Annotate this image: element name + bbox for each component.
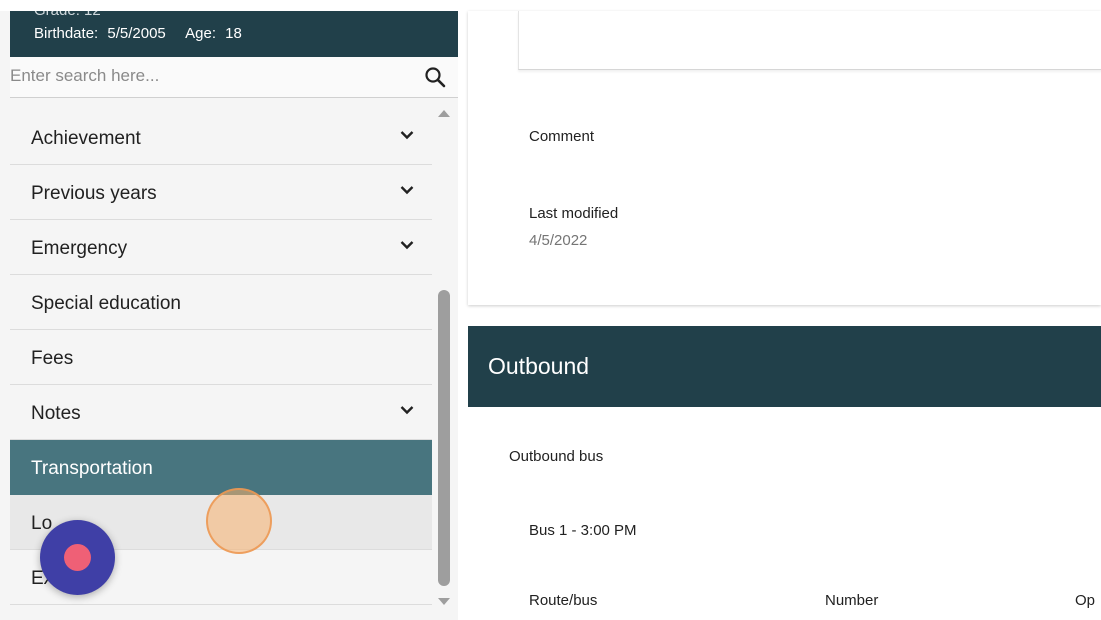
top-strip — [0, 0, 1101, 11]
previous-card-bottom — [518, 11, 1101, 70]
scroll-down-arrow-icon[interactable] — [438, 598, 450, 605]
record-fab-button[interactable] — [40, 520, 115, 595]
grade-line: Grade: 12 — [34, 11, 101, 19]
outbound-bus-label: Outbound bus — [509, 448, 604, 465]
column-header-number: Number — [825, 592, 879, 609]
birthdate-value: 5/5/2005 — [107, 25, 166, 42]
chevron-down-icon[interactable] — [400, 130, 414, 140]
outbound-bus-value: Bus 1 - 3:00 PM — [529, 522, 637, 539]
last-modified-value: 4/5/2022 — [529, 232, 588, 249]
sidebar-item-notes[interactable]: Notes — [10, 385, 432, 440]
sidebar-scrollbar[interactable] — [436, 110, 452, 620]
chevron-down-icon[interactable] — [400, 240, 414, 250]
sidebar-item-label: Fees — [31, 348, 74, 369]
click-indicator — [206, 488, 272, 554]
grade-label: Grade: — [34, 11, 80, 19]
search-icon[interactable] — [424, 66, 446, 88]
birthdate-line: Birthdate: 5/5/2005 Age: 18 — [34, 25, 247, 43]
chevron-down-icon[interactable] — [400, 185, 414, 195]
last-modified-label: Last modified — [529, 205, 619, 222]
sidebar-item-label: Notes — [31, 403, 81, 424]
grade-value: 12 — [84, 11, 101, 19]
scrollbar-thumb[interactable] — [438, 290, 450, 586]
sidebar-item-emergency[interactable]: Emergency — [10, 220, 432, 275]
sidebar-item-label: Transportation — [31, 458, 153, 479]
chevron-down-icon[interactable] — [400, 405, 414, 415]
sidebar-item-transportation[interactable]: Transportation — [10, 440, 432, 495]
birthdate-label: Birthdate: — [34, 25, 99, 42]
sidebar-item-label: Achievement — [31, 128, 141, 149]
age-value: 18 — [225, 25, 242, 42]
column-header-route-bus: Route/bus — [529, 592, 598, 609]
main-content: Comment Last modified 4/5/2022 Outbound … — [458, 11, 1101, 620]
search-input[interactable] — [10, 63, 410, 89]
record-icon — [64, 544, 91, 571]
age-label: Age: — [185, 25, 216, 42]
student-header: Grade: 12 Birthdate: 5/5/2005 Age: 18 — [10, 11, 458, 57]
sidebar-item-label: Special education — [31, 293, 181, 314]
details-card: Comment Last modified 4/5/2022 — [468, 11, 1101, 305]
outbound-section-header: Outbound — [468, 326, 1101, 407]
section-title: Outbound — [488, 353, 590, 379]
sidebar-item-achievement[interactable]: Achievement — [10, 110, 432, 165]
search-bar — [10, 57, 458, 98]
sidebar-item-previous-years[interactable]: Previous years — [10, 165, 432, 220]
sidebar-item-fees[interactable]: Fees — [10, 330, 432, 385]
comment-label: Comment — [529, 128, 595, 145]
sidebar-item-label: Previous years — [31, 183, 157, 204]
sidebar-item-special-education[interactable]: Special education — [10, 275, 432, 330]
column-header-op: Op — [1075, 592, 1096, 609]
sidebar-item-label: Emergency — [31, 238, 128, 259]
scroll-up-arrow-icon[interactable] — [438, 110, 450, 117]
